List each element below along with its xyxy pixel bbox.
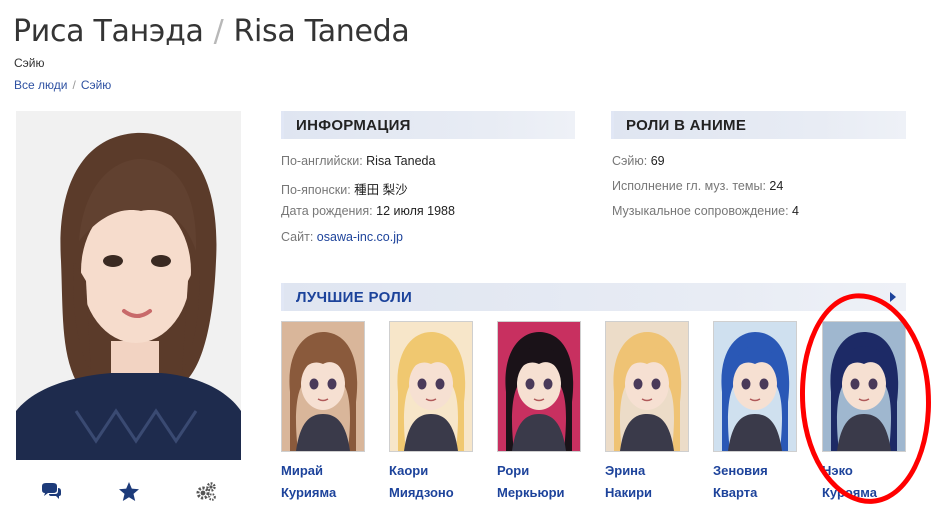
anime-roles-music: Музыкальное сопровождение: 4 — [612, 204, 799, 218]
theme-label: Исполнение гл. муз. темы: — [612, 179, 766, 193]
gears-icon[interactable] — [194, 480, 218, 504]
role-card[interactable]: Зеновия Кварта — [713, 321, 797, 504]
info-birth-value: 12 июля 1988 — [376, 204, 455, 218]
best-roles-section-header: ЛУЧШИЕ РОЛИ — [281, 283, 906, 311]
role-thumbnail[interactable] — [389, 321, 473, 452]
info-site-label: Сайт: — [281, 230, 314, 244]
title-ru: Риса Танэда — [13, 14, 204, 49]
role-card[interactable]: Эрина Накири — [605, 321, 689, 504]
portrait-illustration — [16, 111, 241, 460]
info-website: Сайт: osawa-inc.co.jp — [281, 230, 403, 244]
info-site-link[interactable]: osawa-inc.co.jp — [317, 230, 403, 244]
page-subtitle: Сэйю — [14, 56, 45, 70]
music-value: 4 — [792, 204, 799, 218]
seiyu-value: 69 — [650, 154, 665, 168]
info-english-value: Risa Taneda — [366, 154, 436, 168]
role-name[interactable]: Каори Миядзоно — [389, 460, 499, 504]
role-last-name: Курияма — [281, 485, 337, 500]
anime-roles-section-header: РОЛИ В АНИМЕ — [611, 111, 906, 139]
role-thumbnail[interactable] — [605, 321, 689, 452]
role-card[interactable]: Рори Меркьюри — [497, 321, 581, 504]
person-photo[interactable] — [16, 111, 241, 460]
anime-roles-seiyu: Сэйю: 69 — [612, 154, 665, 168]
role-card[interactable]: Нэко Курояма — [822, 321, 906, 504]
role-thumbnail[interactable] — [281, 321, 365, 452]
role-first-name: Зеновия — [713, 463, 768, 478]
role-first-name: Эрина — [605, 463, 646, 478]
role-card[interactable]: Каори Миядзоно — [389, 321, 473, 504]
role-last-name: Накири — [605, 485, 653, 500]
role-first-name: Нэко — [822, 463, 853, 478]
role-last-name: Кварта — [713, 485, 758, 500]
role-name[interactable]: Нэко Курояма — [822, 460, 932, 504]
role-card[interactable]: Мирай Курияма — [281, 321, 365, 504]
info-heading: ИНФОРМАЦИЯ — [296, 117, 411, 134]
seiyu-label: Сэйю: — [612, 154, 648, 168]
anime-roles-heading: РОЛИ В АНИМЕ — [626, 117, 747, 134]
title-separator: / — [213, 14, 224, 49]
chevron-right-icon[interactable] — [890, 292, 896, 302]
info-section-header: ИНФОРМАЦИЯ — [281, 111, 575, 139]
role-thumbnail[interactable] — [497, 321, 581, 452]
page-title: Риса Танэда / Risa Taneda — [13, 14, 410, 49]
anime-roles-theme: Исполнение гл. муз. темы: 24 — [612, 179, 783, 193]
role-thumbnail[interactable] — [822, 321, 906, 452]
person-actions — [16, 480, 241, 504]
info-birth-date: Дата рождения: 12 июля 1988 — [281, 204, 455, 218]
role-name[interactable]: Мирай Курияма — [281, 460, 391, 504]
role-last-name: Курояма — [822, 485, 877, 500]
role-name[interactable]: Рори Меркьюри — [497, 460, 607, 504]
breadcrumb-separator: / — [72, 78, 76, 92]
breadcrumb-all-people[interactable]: Все люди — [14, 78, 67, 92]
title-en: Risa Taneda — [233, 14, 410, 49]
best-roles-heading: ЛУЧШИЕ РОЛИ — [296, 289, 413, 306]
role-name[interactable]: Зеновия Кварта — [713, 460, 823, 504]
role-name[interactable]: Эрина Накири — [605, 460, 715, 504]
role-first-name: Рори — [497, 463, 530, 478]
info-english-label: По-английски: — [281, 154, 363, 168]
info-english-name: По-английски: Risa Taneda — [281, 154, 435, 168]
comments-icon[interactable] — [40, 480, 64, 504]
role-first-name: Каори — [389, 463, 429, 478]
info-birth-label: Дата рождения: — [281, 204, 373, 218]
info-japanese-label: По-японски: — [281, 183, 351, 197]
music-label: Музыкальное сопровождение: — [612, 204, 789, 218]
role-last-name: Миядзоно — [389, 485, 454, 500]
info-japanese-value: 種田 梨沙 — [354, 183, 408, 197]
breadcrumb-seiyu[interactable]: Сэйю — [81, 78, 112, 92]
role-last-name: Меркьюри — [497, 485, 565, 500]
star-icon[interactable] — [117, 480, 141, 504]
role-first-name: Мирай — [281, 463, 323, 478]
breadcrumb: Все люди / Сэйю — [14, 78, 111, 92]
info-japanese-name: По-японски: 種田 梨沙 — [281, 179, 408, 198]
role-thumbnail[interactable] — [713, 321, 797, 452]
theme-value: 24 — [769, 179, 784, 193]
